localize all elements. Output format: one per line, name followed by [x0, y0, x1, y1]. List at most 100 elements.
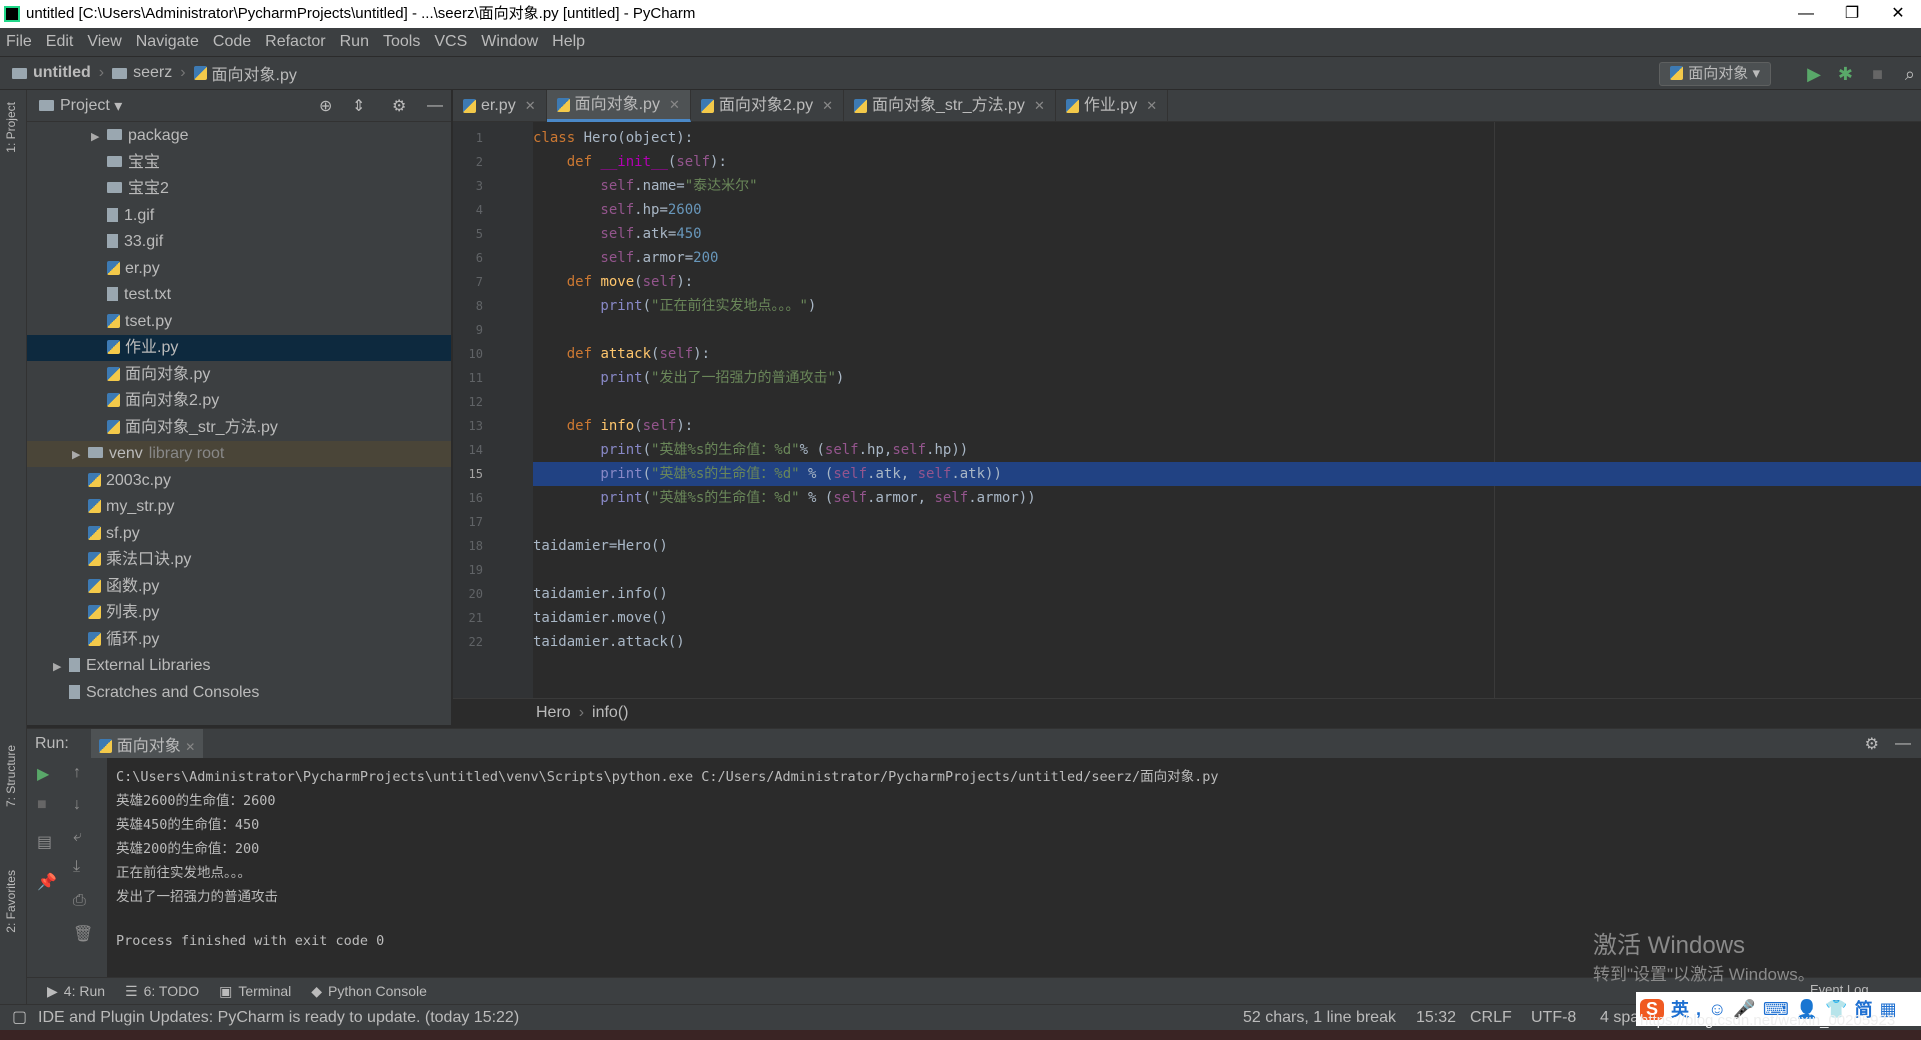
- tree-item[interactable]: 宝宝: [27, 150, 451, 176]
- down-icon[interactable]: ↓: [73, 796, 81, 814]
- breadcrumb-method[interactable]: info(): [592, 704, 628, 721]
- code-line[interactable]: self.atk=450: [533, 222, 701, 246]
- scroll-end-icon[interactable]: ⤓: [73, 858, 80, 876]
- layout-icon[interactable]: ▤: [37, 832, 52, 852]
- locate-icon[interactable]: ⊕: [319, 96, 332, 116]
- expand-arrow-icon[interactable]: ▶: [53, 654, 69, 680]
- run-config-dropdown[interactable]: 面向对象 ▾: [1659, 62, 1771, 86]
- tree-item[interactable]: 函数.py: [27, 574, 451, 600]
- code-line[interactable]: taidamier.attack(): [533, 630, 685, 654]
- run-tab[interactable]: 面向对象 ✕: [90, 728, 204, 759]
- hide-icon[interactable]: —: [427, 97, 443, 115]
- nav-project[interactable]: untitled: [33, 64, 91, 82]
- gear-icon[interactable]: ⚙: [392, 96, 406, 116]
- bottom-tab[interactable]: ▣ Terminal: [219, 983, 291, 1000]
- caret-position[interactable]: 15:32: [1416, 1005, 1456, 1031]
- gear-icon[interactable]: ⚙: [1865, 734, 1879, 754]
- editor-tab[interactable]: 作业.py ✕: [1056, 90, 1169, 122]
- code-line[interactable]: print("英雄%s的生命值：%d"% (self.hp,self.hp)): [533, 438, 968, 462]
- bottom-tab[interactable]: ▶ 4: Run: [47, 983, 105, 1000]
- code-line[interactable]: taidamier=Hero(): [533, 534, 668, 558]
- tree-item[interactable]: sf.py: [27, 521, 451, 547]
- tree-item[interactable]: ▶ venv library root: [27, 441, 451, 467]
- menu-file[interactable]: File: [6, 33, 32, 51]
- menu-view[interactable]: View: [87, 33, 121, 51]
- project-view-selector[interactable]: Project: [60, 97, 110, 115]
- close-button[interactable]: ✕: [1875, 0, 1921, 28]
- collapse-icon[interactable]: ⇕: [352, 96, 365, 116]
- tree-item[interactable]: 面向对象_str_方法.py: [27, 415, 451, 441]
- menu-tools[interactable]: Tools: [383, 33, 420, 51]
- tree-item[interactable]: test.txt: [27, 282, 451, 308]
- editor-tab[interactable]: 面向对象.py ✕: [546, 89, 691, 122]
- search-icon[interactable]: ⌕: [1905, 64, 1915, 85]
- code-line[interactable]: def attack(self):: [533, 342, 710, 366]
- tree-item[interactable]: 2003c.py: [27, 468, 451, 494]
- stop-icon[interactable]: ■: [1872, 64, 1883, 85]
- run-icon[interactable]: ▶: [1807, 64, 1821, 85]
- close-tab-icon[interactable]: ✕: [185, 740, 195, 754]
- trash-icon[interactable]: 🗑: [73, 924, 93, 944]
- tree-item[interactable]: 循环.py: [27, 627, 451, 653]
- tree-item[interactable]: Scratches and Consoles: [27, 680, 451, 706]
- menu-run[interactable]: Run: [340, 33, 369, 51]
- code-line[interactable]: def info(self):: [533, 414, 693, 438]
- menu-code[interactable]: Code: [213, 33, 251, 51]
- structure-tool-button[interactable]: 7: Structure: [4, 745, 18, 807]
- stop-icon[interactable]: ■: [37, 796, 47, 814]
- restore-button[interactable]: ❐: [1829, 0, 1875, 28]
- tree-item[interactable]: ▶ package: [27, 123, 451, 149]
- code-line[interactable]: def __init__(self):: [533, 150, 727, 174]
- tree-item[interactable]: 面向对象.py: [27, 362, 451, 388]
- print-icon[interactable]: ⎙: [73, 892, 86, 910]
- up-icon[interactable]: ↑: [73, 764, 81, 782]
- nav-file[interactable]: 面向对象.py: [212, 61, 297, 85]
- debug-icon[interactable]: ✱: [1838, 64, 1853, 85]
- editor-tab[interactable]: 面向对象2.py ✕: [691, 90, 845, 122]
- code-line[interactable]: def move(self):: [533, 270, 693, 294]
- tree-item[interactable]: 作业.py: [27, 335, 451, 361]
- editor-tab[interactable]: er.py ✕: [453, 90, 547, 122]
- status-message[interactable]: IDE and Plugin Updates: PyCharm is ready…: [38, 1005, 519, 1031]
- tree-item[interactable]: 面向对象2.py: [27, 388, 451, 414]
- code-line[interactable]: taidamier.move(): [533, 606, 668, 630]
- code-line[interactable]: self.armor=200: [533, 246, 718, 270]
- expand-arrow-icon[interactable]: ▶: [91, 124, 107, 150]
- code-line[interactable]: print("正在前往实发地点。。。"): [533, 294, 816, 318]
- tree-item[interactable]: 乘法口诀.py: [27, 547, 451, 573]
- tree-item[interactable]: er.py: [27, 256, 451, 282]
- menu-window[interactable]: Window: [481, 33, 538, 51]
- rerun-icon[interactable]: ▶: [37, 764, 49, 784]
- bottom-tab[interactable]: ☰ 6: TODO: [125, 983, 199, 1000]
- menu-help[interactable]: Help: [552, 33, 585, 51]
- code-line[interactable]: print("英雄%s的生命值：%d" % (self.armor, self.…: [533, 486, 1035, 510]
- breadcrumb-class[interactable]: Hero: [536, 704, 571, 721]
- close-tab-icon[interactable]: ✕: [669, 89, 680, 121]
- code-line[interactable]: print("英雄%s的生命值：%d" % (self.atk, self.at…: [533, 462, 1921, 486]
- close-tab-icon[interactable]: ✕: [822, 90, 833, 122]
- close-tab-icon[interactable]: ✕: [525, 90, 536, 122]
- nav-folder[interactable]: seerz: [133, 64, 172, 82]
- menu-vcs[interactable]: VCS: [434, 33, 467, 51]
- code-line[interactable]: taidamier.info(): [533, 582, 668, 606]
- favorites-tool-button[interactable]: 2: Favorites: [4, 870, 18, 933]
- close-tab-icon[interactable]: ✕: [1034, 90, 1045, 122]
- tree-item[interactable]: tset.py: [27, 309, 451, 335]
- menu-refactor[interactable]: Refactor: [265, 33, 325, 51]
- project-tool-button[interactable]: 1: Project: [4, 102, 18, 153]
- tree-item[interactable]: 列表.py: [27, 600, 451, 626]
- tree-item[interactable]: ▶ External Libraries: [27, 653, 451, 679]
- menu-navigate[interactable]: Navigate: [136, 33, 199, 51]
- tree-item[interactable]: 1.gif: [27, 203, 451, 229]
- soft-wrap-icon[interactable]: ⤶: [73, 828, 82, 846]
- tree-item[interactable]: my_str.py: [27, 494, 451, 520]
- code-line[interactable]: class Hero(object):: [533, 126, 693, 150]
- editor-tab[interactable]: 面向对象_str_方法.py ✕: [844, 90, 1056, 122]
- tree-item[interactable]: 33.gif: [27, 229, 451, 255]
- update-icon[interactable]: ▢: [12, 1005, 27, 1031]
- tree-item[interactable]: 宝宝2: [27, 176, 451, 202]
- pin-icon[interactable]: 📌: [37, 872, 57, 892]
- code-line[interactable]: self.name="泰达米尔": [533, 174, 757, 198]
- encoding[interactable]: UTF-8: [1531, 1005, 1576, 1031]
- line-separator[interactable]: CRLF: [1470, 1005, 1512, 1031]
